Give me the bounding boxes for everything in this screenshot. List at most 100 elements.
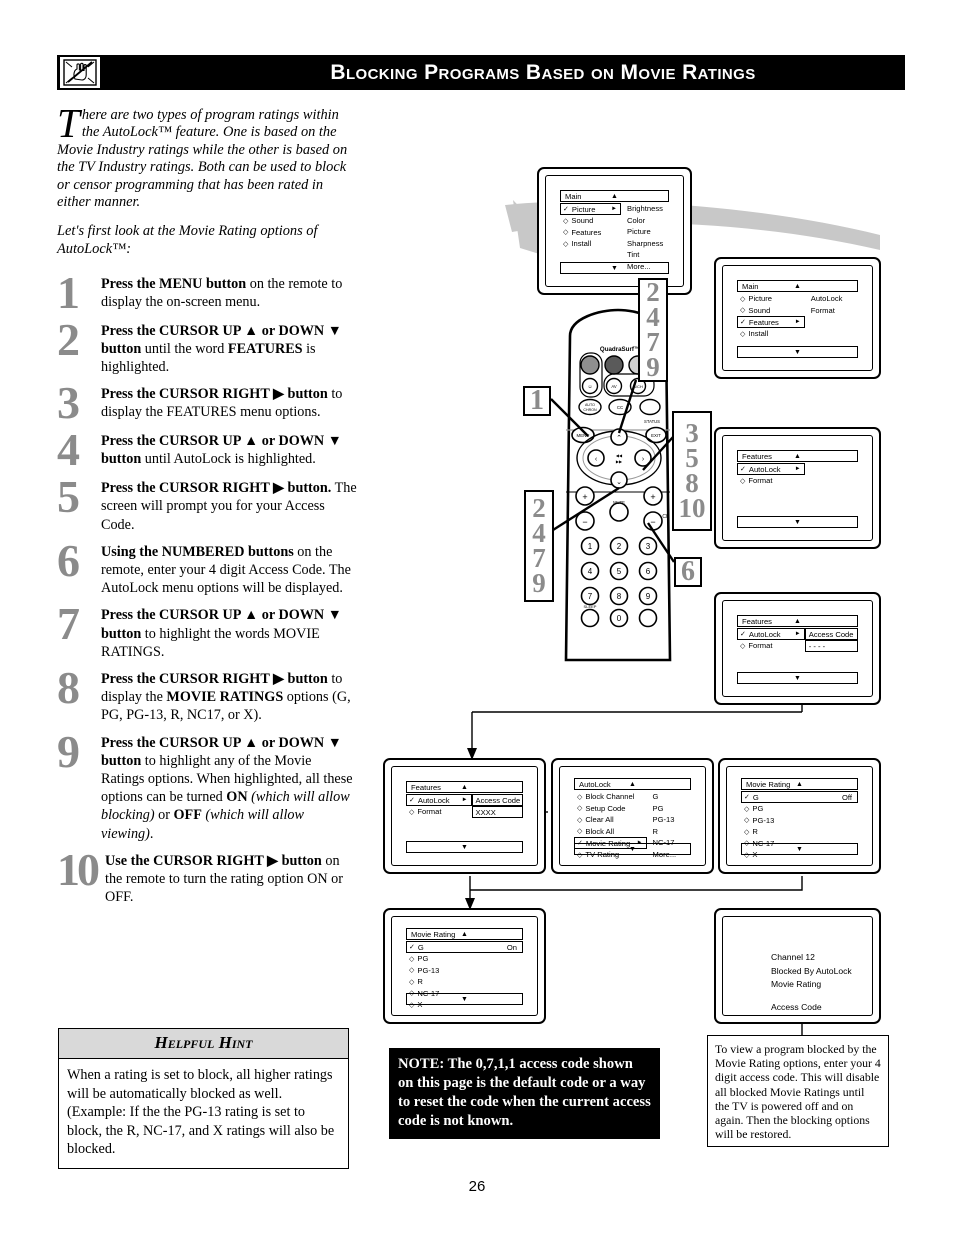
tv-screen-movie-rating-on: Movie Rating ▲ ✓ G On ◇ PG ◇ PG-13 ◇ R ◇ NC-17… [383, 908, 546, 1024]
up-arrow-icon: ▲ [461, 783, 468, 791]
osd-sub-g[interactable]: G [650, 791, 691, 803]
up-arrow-icon: ▲ [794, 452, 801, 460]
osd-title: Movie Rating ▲ [741, 778, 858, 790]
chevron-right-icon: ► [794, 631, 801, 637]
svg-text:9: 9 [646, 592, 651, 601]
osd-item-features[interactable]: ✓ Features ► [737, 316, 805, 328]
osd-item-picture[interactable]: ◇ Picture [737, 293, 805, 305]
svg-text:AUTO: AUTO [585, 403, 595, 407]
up-arrow-icon: ▲ [794, 617, 801, 625]
svg-text:3: 3 [646, 542, 651, 551]
osd-sub-tint[interactable]: Tint [624, 249, 669, 261]
osd-item-r[interactable]: ◇ R [406, 976, 523, 988]
osd-item-install[interactable]: ◇ Install [560, 238, 621, 250]
sleep-label: SLEEP [584, 604, 597, 609]
osd-item-pg[interactable]: ◇ PG [741, 803, 858, 815]
blocked-access-code-label: Access Code [771, 1001, 822, 1012]
tv-screen-features-access-code-entered: Features ▲ ✓ AutoLock ► ◇ Format Access Code… [383, 758, 546, 874]
osd-sub-autolock[interactable]: AutoLock [808, 293, 858, 305]
osd-item-clear-all[interactable]: ◇ Clear All [574, 814, 647, 826]
osd-item-format[interactable]: ◇ Format [737, 475, 805, 487]
osd-item-pg13[interactable]: ◇ PG-13 [741, 815, 858, 827]
osd-item-format[interactable]: ◇ Format [406, 806, 472, 818]
osd-sub-sharpness[interactable]: Sharpness [624, 238, 669, 250]
osd-item-features[interactable]: ◇ Features [560, 227, 621, 239]
svg-text:+: + [582, 492, 587, 502]
osd-title: AutoLock ▲ [574, 778, 691, 790]
osd-item-sound[interactable]: ◇ Sound [560, 215, 621, 227]
svg-text:+: + [650, 492, 655, 502]
manual-page: Blocking Programs Based on Movie Ratings… [0, 0, 954, 1235]
osd-item-g[interactable]: ✓ G Off [741, 791, 858, 803]
tv-screen-features-autolock: Features ▲ ✓ AutoLock ► ◇ Format ▼ [714, 427, 881, 549]
tv-screen-features-access-code: Features ▲ ✓ AutoLock ► ◇ Format Access Code… [714, 592, 881, 705]
svg-text:2: 2 [617, 542, 622, 551]
osd-item-g[interactable]: ✓ G On [406, 941, 523, 953]
access-code-label: Access Code [471, 794, 523, 806]
svg-text:▶▶: ▶▶ [616, 459, 623, 464]
svg-text:STATUS: STATUS [644, 419, 660, 424]
osd-item-r[interactable]: ◇ R [741, 826, 858, 838]
svg-text:CHRON: CHRON [583, 408, 597, 412]
up-arrow-icon: ▲ [611, 192, 618, 200]
callout-6: 6 [674, 557, 702, 587]
osd-sub-brightness[interactable]: Brightness [624, 203, 669, 215]
osd-item-autolock[interactable]: ✓ AutoLock ► [406, 794, 472, 806]
osd-sub-format[interactable]: Format [808, 305, 858, 317]
blocked-by-line: Blocked By AutoLock [771, 965, 852, 976]
mute-button [609, 502, 629, 522]
osd-title: Features ▲ [406, 781, 523, 793]
chevron-right-icon: ► [794, 319, 801, 325]
up-arrow-icon: ▲ [461, 930, 468, 938]
osd-sub-picture[interactable]: Picture [624, 226, 669, 238]
osd-item-block-channel[interactable]: ◇ Block Channel [574, 791, 647, 803]
osd-item-install[interactable]: ◇ Install [737, 328, 805, 340]
osd-scroll-down[interactable]: ▼ [406, 993, 523, 1005]
blocked-message-text: Channel 12 Blocked By AutoLock Movie Rat… [771, 951, 852, 1015]
svg-text:AV: AV [611, 384, 616, 389]
osd-item-picture[interactable]: ✓ Picture ► [560, 203, 622, 215]
osd-sub-pg13[interactable]: PG-13 [650, 814, 691, 826]
tv-screen-blocked-message: Channel 12 Blocked By AutoLock Movie Rat… [714, 908, 881, 1024]
svg-text:4: 4 [588, 567, 593, 576]
osd-scroll-down[interactable]: ▼ [737, 346, 858, 358]
osd-item-autolock[interactable]: ✓ AutoLock ► [737, 463, 805, 475]
access-code-value[interactable]: - - - - [804, 640, 858, 652]
tv-screen-autolock-menu: AutoLock ▲ ◇ Block Channel ◇ Setup Code ◇ Cl… [551, 758, 714, 874]
osd-title: Main ▲ [560, 190, 669, 202]
osd-item-pg13[interactable]: ◇ PG-13 [406, 965, 523, 977]
osd-item-block-all[interactable]: ◇ Block All [574, 826, 647, 838]
svg-text:8: 8 [617, 592, 622, 601]
osd-title: Movie Rating ▲ [406, 928, 523, 940]
osd-item-autolock[interactable]: ✓ AutoLock ► [737, 628, 805, 640]
osd-scroll-down[interactable]: ▼ [406, 841, 523, 853]
svg-text:1: 1 [588, 542, 593, 551]
up-arrow-icon: ▲ [794, 282, 801, 290]
osd-scroll-down[interactable]: ▼ [560, 262, 669, 274]
sleep-button [580, 608, 600, 628]
osd-scroll-down[interactable]: ▼ [737, 516, 858, 528]
blocked-channel-line: Channel 12 [771, 952, 815, 962]
osd-sub-pg[interactable]: PG [650, 803, 691, 815]
osd-scroll-down[interactable]: ▼ [737, 672, 858, 684]
osd-title: Features ▲ [737, 450, 858, 462]
osd-scroll-down[interactable]: ▼ [574, 843, 691, 855]
osd-title: Features ▲ [737, 615, 858, 627]
up-arrow-icon: ▲ [796, 780, 803, 788]
tv-screen-movie-rating-off: Movie Rating ▲ ✓ G Off ◇ PG ◇ PG-13 ◇ R ◇ NC-1… [718, 758, 881, 874]
osd-item-setup-code[interactable]: ◇ Setup Code [574, 803, 647, 815]
osd-item-sound[interactable]: ◇ Sound [737, 305, 805, 317]
svg-text:7: 7 [588, 592, 593, 601]
chevron-right-icon: ► [611, 206, 618, 212]
access-code-value[interactable]: XXXX [471, 806, 523, 818]
osd-sub-color[interactable]: Color [624, 215, 669, 227]
osd-item-pg[interactable]: ◇ PG [406, 953, 523, 965]
svg-text:A/CH: A/CH [633, 384, 643, 389]
osd-item-format[interactable]: ◇ Format [737, 640, 805, 652]
access-code-label: Access Code [804, 628, 858, 640]
osd-sub-r[interactable]: R [650, 826, 691, 838]
callout-2479-top: 2 4 7 9 [638, 278, 668, 382]
osd-scroll-down[interactable]: ▼ [741, 843, 858, 855]
tv-screen-main-picture: Main ▲ ✓ Picture ► ◇ Sound ◇ Features ◇ Instal… [537, 167, 692, 295]
svg-text:⌃: ⌃ [616, 434, 622, 442]
